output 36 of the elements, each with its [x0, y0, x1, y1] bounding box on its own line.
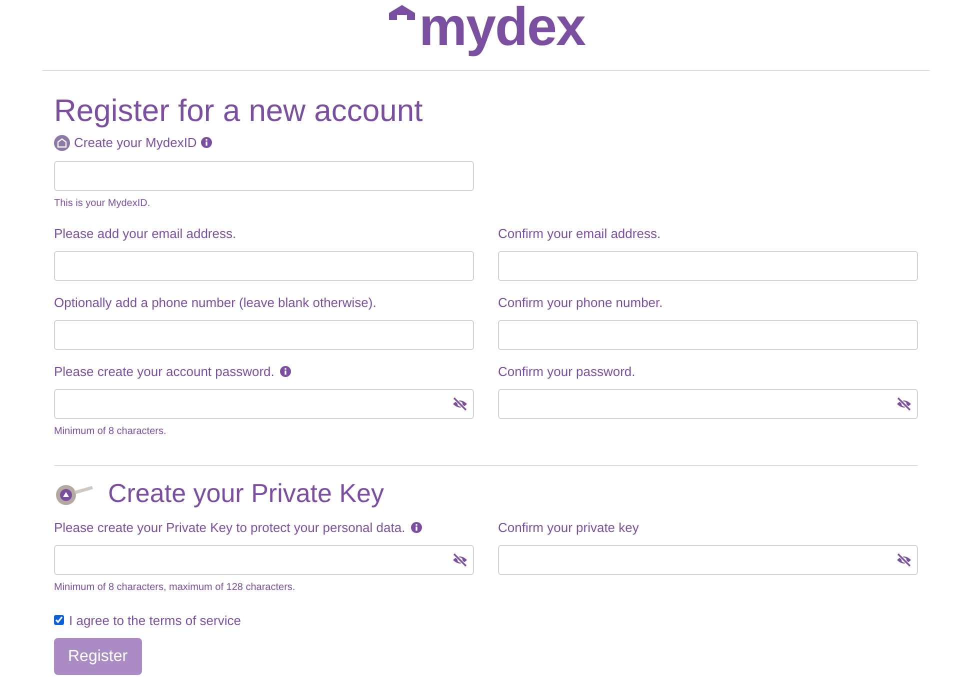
- input-field[interactable]: [54, 160, 474, 190]
- field-hint: Minimum of 8 characters.: [54, 424, 168, 438]
- input-field[interactable]: [498, 250, 918, 280]
- field-label: Confirm your password.: [498, 362, 636, 381]
- input-field[interactable]: [54, 250, 474, 280]
- field-label: Confirm your email address.: [498, 224, 661, 243]
- input-field[interactable]: [54, 320, 474, 350]
- register-button[interactable]: Register: [54, 638, 142, 675]
- logo-text: mydex: [418, 0, 586, 54]
- hidden-eye-icon[interactable]: [896, 396, 912, 410]
- password-field[interactable]: [54, 544, 474, 574]
- terms-label: I agree to the terms of service: [69, 612, 241, 630]
- hidden-eye-icon[interactable]: [896, 552, 912, 566]
- password-field[interactable]: [498, 388, 918, 418]
- field-hint: This is your MydexID.: [54, 196, 152, 210]
- password-field[interactable]: [54, 388, 474, 418]
- logo-house-icon: [386, 4, 417, 22]
- input-field[interactable]: [498, 320, 918, 350]
- field-label: Please create your account password.: [54, 362, 274, 381]
- field-label: Confirm your phone number.: [498, 294, 663, 312]
- field-label: Optionally add a phone number (leave blank otherwise).: [54, 294, 376, 312]
- info-icon[interactable]: [280, 366, 292, 377]
- field-label: Confirm your private key: [498, 518, 639, 537]
- info-icon[interactable]: [200, 137, 212, 148]
- terms-checkbox[interactable]: [54, 615, 64, 626]
- password-field[interactable]: [498, 544, 918, 574]
- hidden-eye-icon[interactable]: [452, 552, 468, 566]
- hidden-eye-icon[interactable]: [452, 396, 468, 410]
- field-hint: Minimum of 8 characters, maximum of 128 characters.: [54, 580, 296, 594]
- section-heading: Create your Private Key: [108, 478, 384, 508]
- field-label: Create your MydexID: [74, 134, 197, 152]
- field-label: Please create your Private Key to protect your personal data.: [54, 518, 406, 537]
- field-label: Please add your email address.: [54, 224, 236, 243]
- id-badge-icon: [54, 134, 70, 151]
- info-icon[interactable]: [411, 522, 422, 533]
- page-heading: Register for a new account: [54, 93, 424, 129]
